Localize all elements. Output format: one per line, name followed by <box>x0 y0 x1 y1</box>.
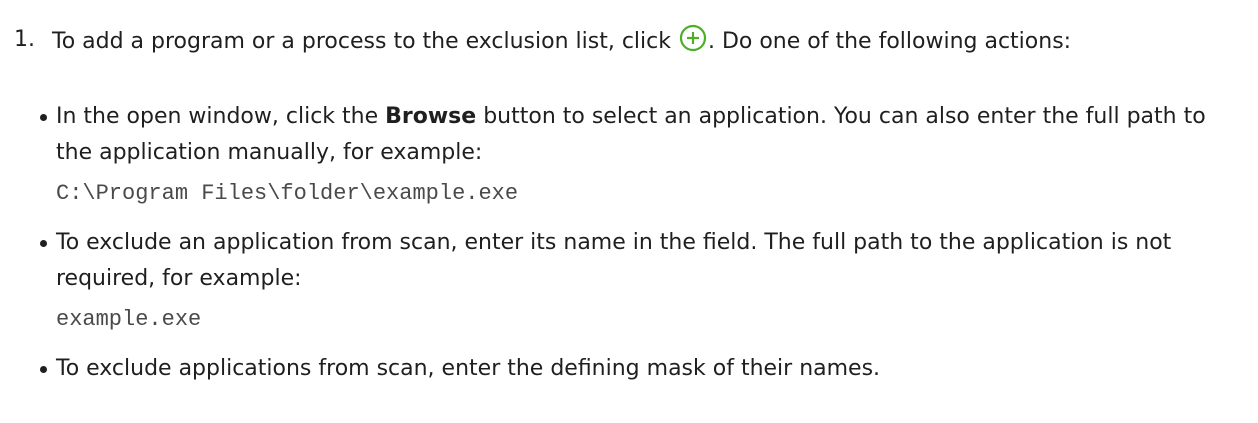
step-text-before-icon: To add a program or a process to the exc… <box>52 29 678 54</box>
list-item-text: To exclude an application from scan, ent… <box>56 230 1172 291</box>
step-text-after-icon: . Do one of the following actions: <box>707 29 1072 54</box>
browse-label: Browse <box>385 104 477 129</box>
bullet-icon <box>40 114 47 121</box>
code-example: example.exe <box>56 307 202 332</box>
list-item: To exclude applications from scan, enter… <box>38 351 1218 387</box>
text-before-bold: In the open window, click the <box>56 104 386 129</box>
bullet-icon <box>40 366 47 373</box>
document: 1. To add a program or a process to the … <box>0 0 1258 423</box>
options-list: In the open window, click the Browse but… <box>38 99 1218 387</box>
step-number: 1. <box>14 27 35 52</box>
list-item: In the open window, click the Browse but… <box>38 99 1218 211</box>
add-circle-icon <box>679 24 707 52</box>
step-text: To add a program or a process to the exc… <box>52 24 1232 60</box>
list-item-text: In the open window, click the Browse but… <box>56 99 1218 171</box>
bullet-icon <box>40 240 47 247</box>
code-example: C:\Program Files\folder\example.exe <box>56 181 519 206</box>
list-item: To exclude an application from scan, ent… <box>38 225 1218 337</box>
list-item-text: To exclude applications from scan, enter… <box>56 356 881 381</box>
